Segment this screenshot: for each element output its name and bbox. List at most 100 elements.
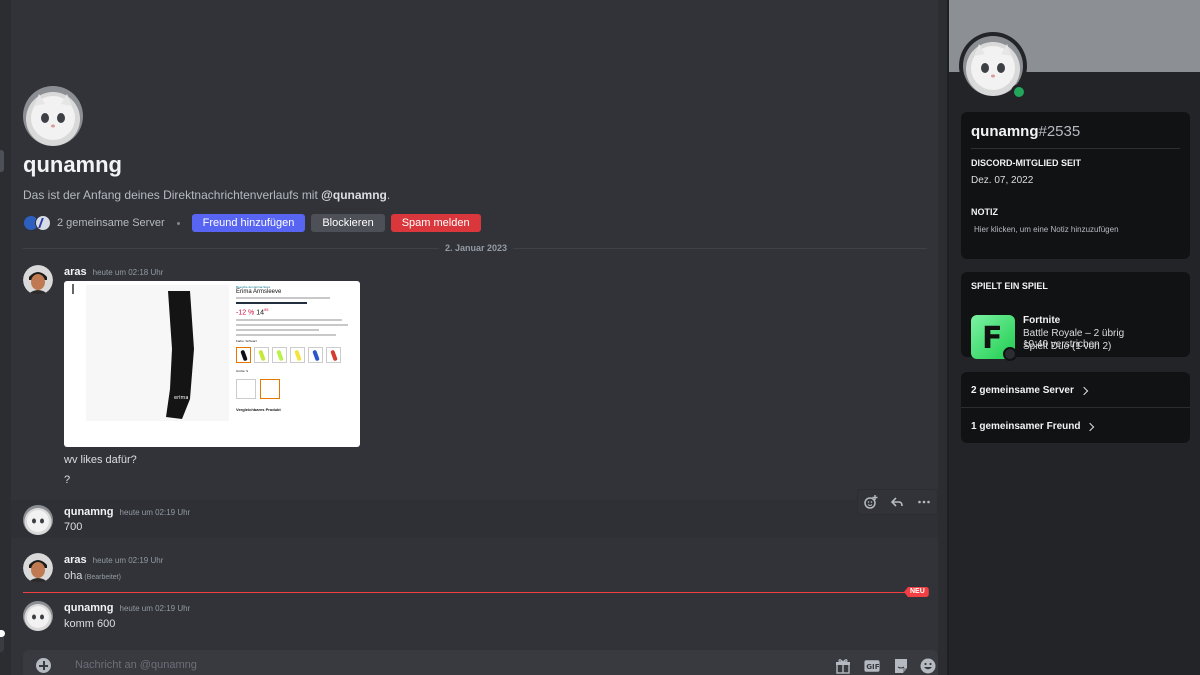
message-text: oha (Bearbeitet) (64, 570, 121, 582)
divider (971, 148, 1180, 149)
author-avatar[interactable] (23, 265, 53, 295)
activity-heading: SPIELT EIN SPIEL (971, 281, 1048, 291)
divider (961, 407, 1190, 408)
mutuals-card: 2 gemeinsame Server 1 gemeinsamer Freund (961, 372, 1190, 443)
arm-sleeve-image: erima (166, 291, 194, 419)
price-cents: 95 (264, 307, 269, 312)
text-placeholder-line (236, 319, 343, 322)
chat-area: qunamng Das ist der Anfang deines Direkt… (11, 0, 947, 675)
color-swatch (272, 347, 287, 364)
color-swatches (236, 347, 354, 364)
report-spam-button[interactable]: Spam melden (390, 214, 481, 232)
game-details: Battle Royale – 2 übrig (1023, 328, 1125, 339)
date-divider-label: 2. Januar 2023 (439, 243, 514, 253)
profile-username: qunamng#2535 (971, 123, 1080, 140)
user-profile-panel: qunamng#2535 DISCORD-MITGLIED SEIT Dez. … (947, 0, 1200, 675)
intro-actions: 2 gemeinsame Server Freund hinzufügen Bl… (23, 213, 487, 233)
message-author[interactable]: qunamng heute um 02:19 Uhr (64, 506, 190, 518)
product-title: Erima Armsleeve (236, 289, 282, 295)
note-heading: NOTIZ (971, 207, 998, 217)
svg-text:erima: erima (174, 395, 188, 401)
badge-placeholder-line (236, 302, 307, 304)
chevron-right-icon (1086, 422, 1095, 431)
game-name: Fortnite (1023, 315, 1061, 326)
intro-description: Das ist der Anfang deines Direktnachrich… (23, 188, 390, 202)
mutual-friends-label: 1 gemeinsamer Freund (971, 421, 1081, 432)
message-timestamp: heute um 02:19 Uhr (119, 508, 191, 517)
block-button[interactable]: Blockieren (311, 214, 385, 232)
game-elapsed: 10:40 verstrichen (1023, 339, 1100, 350)
text-placeholder-line (236, 297, 331, 299)
author-name[interactable]: qunamng (64, 506, 114, 518)
unread-pill (0, 630, 5, 637)
gif-icon[interactable]: GIF (864, 658, 880, 674)
image-corner-mark (72, 284, 74, 294)
more-options-icon[interactable] (917, 495, 931, 509)
mutual-servers-label: 2 gemeinsame Server (971, 385, 1074, 396)
price-value: 14 (256, 309, 265, 317)
profile-discriminator: #2535 (1038, 123, 1081, 140)
chat-scrollbar[interactable] (938, 0, 947, 675)
member-since-heading: DISCORD-MITGLIED SEIT (971, 158, 1081, 168)
size-option (236, 379, 256, 400)
emoji-icon[interactable] (920, 658, 936, 674)
upload-plus-icon[interactable] (36, 658, 51, 673)
text-placeholder-line (236, 334, 337, 337)
cat-avatar-image (27, 606, 49, 628)
message-text: komm 600 (64, 618, 116, 630)
server-rail-edge (0, 0, 11, 675)
rail-indicator (0, 150, 4, 172)
profile-username-text: qunamng (971, 123, 1039, 140)
message-text: ? (64, 474, 71, 486)
author-avatar[interactable] (23, 601, 53, 631)
mutual-friends-row[interactable]: 1 gemeinsamer Freund (971, 421, 1095, 432)
text-placeholder-line (236, 329, 319, 332)
author-avatar[interactable] (23, 505, 53, 535)
new-messages-badge: NEU (904, 587, 929, 597)
message-author[interactable]: aras heute um 02:19 Uhr (64, 554, 163, 566)
message-author[interactable]: aras heute um 02:18 Uhr (64, 266, 163, 278)
size-label: Größe: S (236, 369, 249, 374)
message-input[interactable] (75, 659, 675, 671)
product-image-area: erima (86, 285, 229, 421)
add-reaction-icon[interactable] (864, 495, 878, 509)
author-avatar[interactable] (23, 553, 53, 583)
aras-avatar-image (23, 553, 53, 583)
online-status-icon (1011, 84, 1027, 100)
size-options (236, 379, 354, 400)
profile-avatar-wrapper[interactable] (959, 32, 1027, 100)
sticker-icon[interactable] (893, 658, 909, 674)
author-name[interactable]: aras (64, 554, 87, 566)
author-name[interactable]: aras (64, 266, 87, 278)
profile-info-card: qunamng#2535 DISCORD-MITGLIED SEIT Dez. … (961, 112, 1190, 259)
cat-avatar-image (31, 94, 75, 140)
image-attachment[interactable]: erima Besuche den Erima-Store Erima Arms… (64, 281, 360, 447)
color-swatch (290, 347, 305, 364)
cat-avatar-image (27, 510, 49, 532)
add-friend-button[interactable]: Freund hinzufügen (191, 214, 306, 232)
member-since-date: Dez. 07, 2022 (971, 175, 1034, 186)
compare-heading: Vergleichbares Produkt (236, 407, 281, 413)
message-text: wv likes dafür? (64, 454, 137, 466)
message-timestamp: heute um 02:19 Uhr (92, 556, 164, 565)
separator-dot (176, 221, 180, 225)
message-text-content: oha (64, 570, 83, 582)
mutual-servers-row[interactable]: 2 gemeinsame Server (971, 385, 1089, 396)
author-name[interactable]: qunamng (64, 602, 114, 614)
mutual-server-icons[interactable] (23, 215, 51, 231)
message-author[interactable]: qunamng heute um 02:19 Uhr (64, 602, 190, 614)
message-text: 700 (64, 521, 83, 533)
game-icon-letter: F (982, 321, 1003, 356)
intro-mention: @qunamng (321, 188, 387, 202)
intro-text-suffix: . (386, 188, 391, 202)
message-composer: GIF (23, 650, 938, 675)
color-swatch (326, 347, 341, 364)
mutual-servers-link[interactable]: 2 gemeinsame Server (57, 217, 165, 229)
server-icon (35, 215, 51, 231)
reply-icon[interactable] (890, 495, 904, 509)
message-timestamp: heute um 02:19 Uhr (119, 604, 191, 613)
gift-icon[interactable] (835, 658, 851, 674)
product-price: -12 % 1495 (236, 307, 354, 316)
note-input[interactable]: Hier klicken, um eine Notiz hinzuzufügen (974, 225, 1119, 234)
game-platform-icon (1003, 347, 1017, 361)
